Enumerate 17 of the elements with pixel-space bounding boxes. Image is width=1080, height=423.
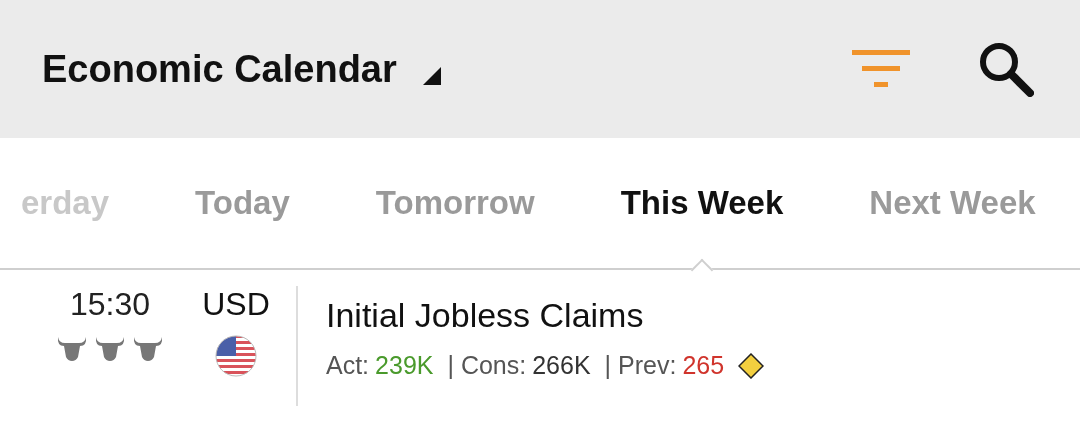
event-title: Initial Jobless Claims (326, 296, 645, 335)
event-time: 15:30 (69, 286, 151, 323)
flag-icon (215, 335, 257, 377)
tab[interactable]: Tomorrow (332, 138, 578, 268)
stat-value: 239K (375, 351, 434, 380)
tab[interactable]: Next Week (826, 138, 1079, 268)
diamond-icon (738, 352, 765, 379)
stat-label: Act: (326, 351, 370, 380)
tab[interactable]: Today (152, 138, 333, 268)
currency-code: USD (202, 286, 270, 323)
stat-label: | Prev: (604, 351, 677, 380)
stat-value: 265 (682, 351, 725, 380)
stat-label: | Cons: (447, 351, 527, 380)
stat-value: 266K (532, 351, 591, 380)
caret-icon (422, 66, 441, 85)
calendar-dropdown[interactable]: Economic Calendar (42, 47, 441, 91)
search-icon[interactable] (978, 41, 1034, 97)
